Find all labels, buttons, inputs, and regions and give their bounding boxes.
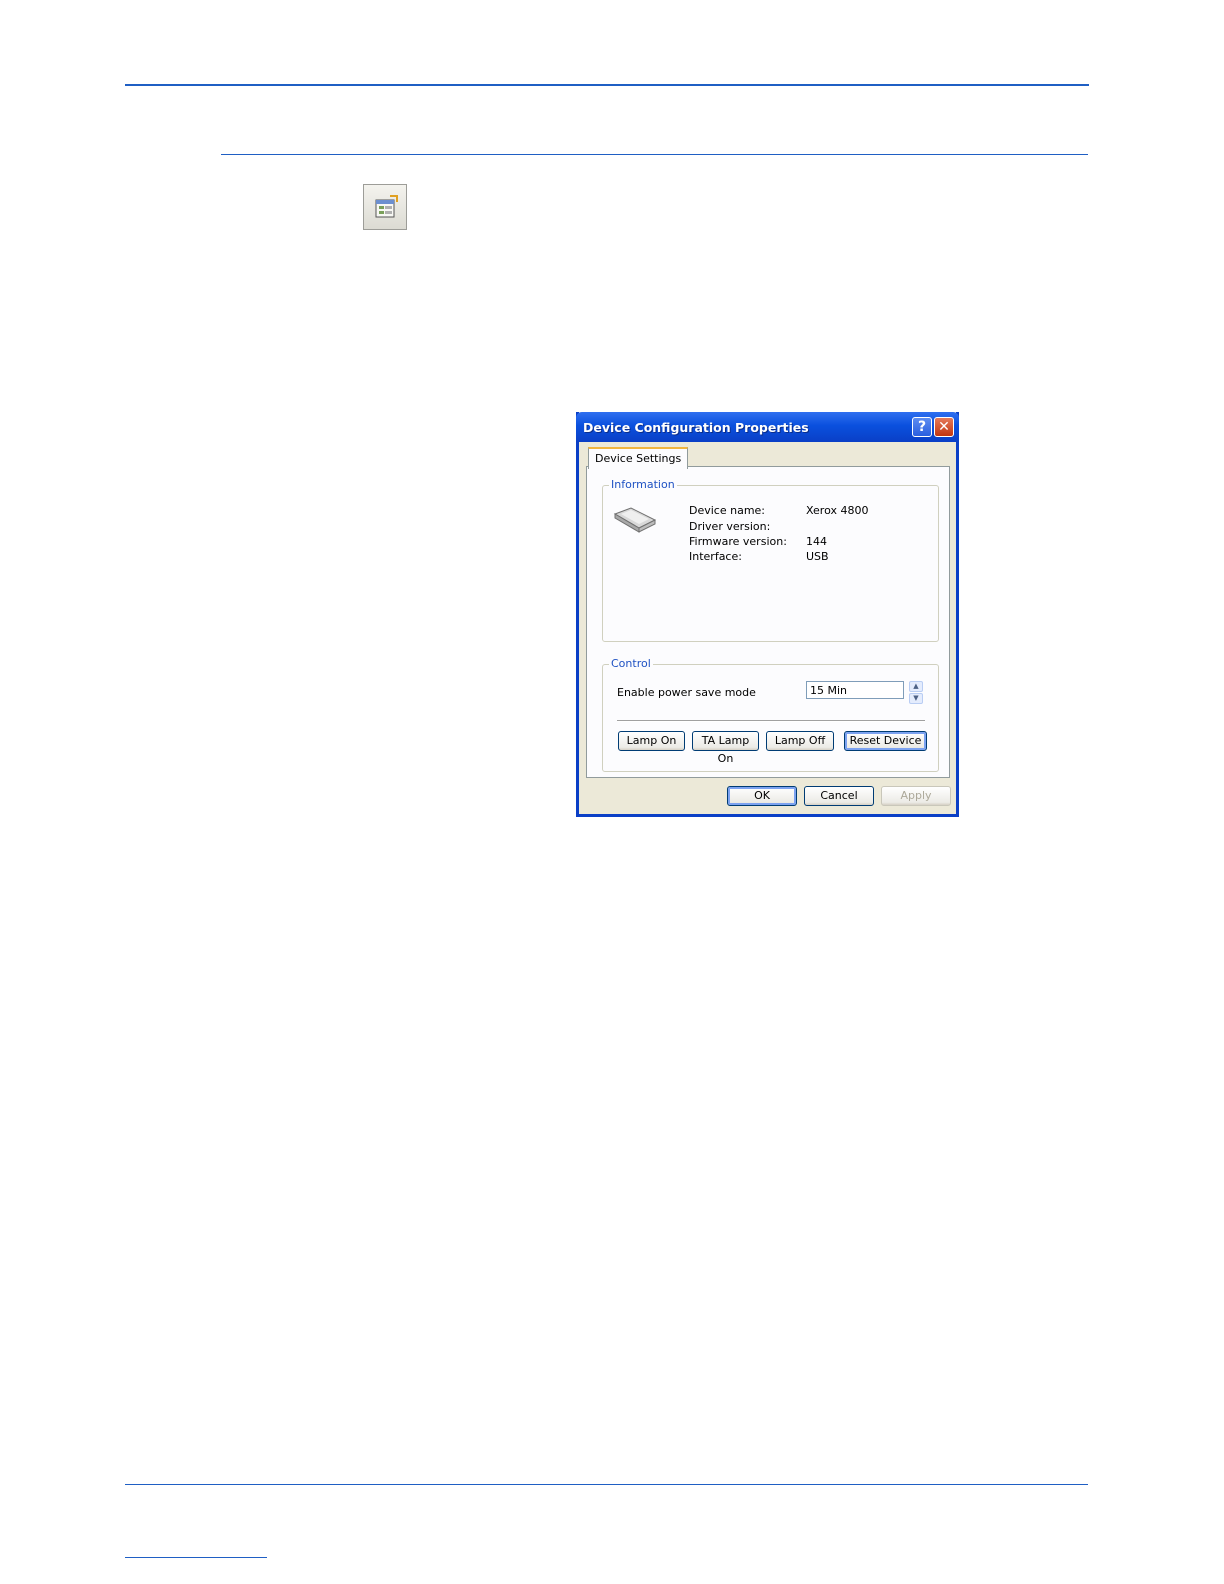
interface-value: USB xyxy=(806,550,829,563)
spin-down-icon[interactable]: ▼ xyxy=(909,693,923,704)
properties-toolbar-button[interactable] xyxy=(363,184,407,230)
footnote-rule xyxy=(125,1557,267,1558)
power-save-input[interactable] xyxy=(806,681,904,699)
control-group: Control Enable power save mode ▲ ▼ Lamp … xyxy=(602,657,939,772)
ta-lamp-on-button[interactable]: TA Lamp On xyxy=(692,731,759,765)
dialog-title: Device Configuration Properties xyxy=(583,420,809,435)
information-group: Information Device name: Xerox 4800 Driv… xyxy=(602,478,939,642)
footer-rule xyxy=(125,1484,1088,1485)
device-name-value: Xerox 4800 xyxy=(806,504,869,517)
tab-device-settings[interactable]: Device Settings xyxy=(588,447,689,469)
spin-up-icon[interactable]: ▲ xyxy=(909,681,923,692)
section-rule xyxy=(221,154,1088,155)
firmware-version-value: 144 xyxy=(806,535,827,548)
control-group-title: Control xyxy=(609,657,653,670)
scanner-icon xyxy=(613,507,657,533)
header-rule xyxy=(125,84,1089,86)
power-save-label: Enable power save mode xyxy=(617,686,756,699)
help-button[interactable]: ? xyxy=(912,417,932,437)
firmware-version-label: Firmware version: xyxy=(689,535,787,548)
control-separator xyxy=(617,720,925,722)
close-button[interactable]: ✕ xyxy=(934,417,954,437)
ok-button[interactable]: OK xyxy=(727,786,797,806)
information-group-title: Information xyxy=(609,478,677,491)
cancel-button[interactable]: Cancel xyxy=(804,786,874,806)
dialog-titlebar[interactable]: Device Configuration Properties ? ✕ xyxy=(576,412,959,442)
driver-version-label: Driver version: xyxy=(689,520,771,533)
lamp-on-button[interactable]: Lamp On xyxy=(618,731,685,751)
reset-device-button[interactable]: Reset Device xyxy=(844,731,927,751)
device-configuration-dialog: Device Configuration Properties ? ✕ Devi… xyxy=(576,412,959,817)
lamp-off-button[interactable]: Lamp Off xyxy=(766,731,834,751)
apply-button[interactable]: Apply xyxy=(881,786,951,806)
device-name-label: Device name: xyxy=(689,504,766,517)
interface-label: Interface: xyxy=(689,550,742,563)
power-save-spinner[interactable]: ▲ ▼ xyxy=(909,681,923,704)
device-settings-panel: Information Device name: Xerox 4800 Driv… xyxy=(586,466,950,778)
properties-icon xyxy=(375,195,398,218)
